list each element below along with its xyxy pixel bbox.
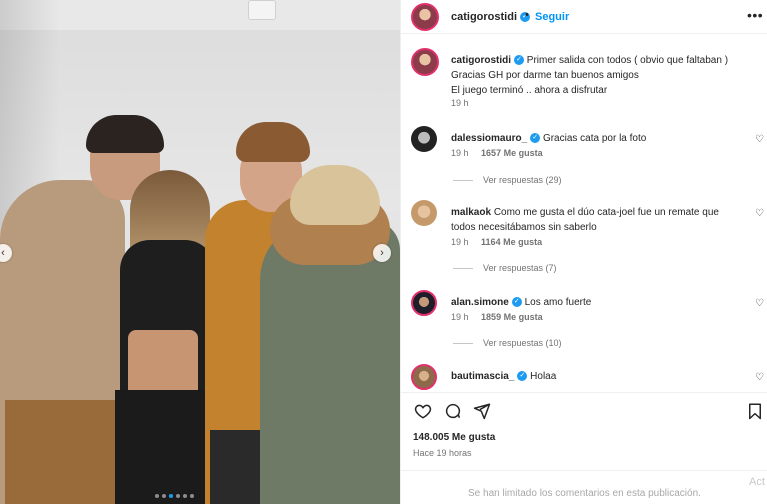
- view-replies-button[interactable]: Ver respuestas (10): [453, 338, 562, 348]
- caption-username[interactable]: catigorostidi: [451, 55, 511, 66]
- caption-line-3: El juego terminó .. ahora a disfrutar: [451, 85, 608, 96]
- comments-limited-notice: Se han limitado los comentarios en esta …: [468, 488, 701, 499]
- comment-avatar[interactable]: [411, 290, 437, 316]
- photo-ceiling: [0, 0, 400, 30]
- carousel-dot: [155, 494, 159, 498]
- comment-text: alan.simone ✓ Los amo fuerte: [451, 295, 741, 310]
- replies-line: [453, 267, 473, 269]
- author-username-text[interactable]: catigorostidi: [451, 11, 517, 23]
- comment-username[interactable]: dalessiomauro_: [451, 133, 527, 144]
- bookmark-icon[interactable]: [745, 401, 765, 421]
- next-photo-button[interactable]: ›: [373, 244, 391, 262]
- comment-username[interactable]: alan.simone: [451, 297, 509, 308]
- comment-username[interactable]: bautimascia_: [451, 371, 514, 382]
- comment-like-heart-icon[interactable]: ♡: [755, 208, 764, 219]
- comment-likes[interactable]: 1164 Me gusta: [481, 237, 542, 247]
- follow-button[interactable]: Seguir: [535, 11, 569, 23]
- caption-avatar[interactable]: [411, 48, 439, 76]
- comment-like-heart-icon[interactable]: ♡: [755, 372, 764, 383]
- replies-line: [453, 342, 473, 344]
- share-icon[interactable]: [472, 401, 492, 421]
- carousel-dots: [155, 494, 194, 498]
- comment-avatar[interactable]: [411, 364, 437, 390]
- comment-text: dalessiomauro_ ✓ Gracias cata por la foto: [451, 131, 741, 146]
- post-header: catigorostidi ✓ • Seguir •••: [401, 0, 767, 34]
- comment-body: Holaa: [530, 371, 557, 382]
- heart-icon[interactable]: [413, 401, 433, 421]
- photo-person-3-hair: [236, 122, 310, 162]
- author-avatar[interactable]: [411, 3, 439, 31]
- carousel-dot-active: [169, 494, 173, 498]
- comment-text: malkaok Como me gusta el dúo cata-joel f…: [451, 205, 741, 235]
- comment-time[interactable]: 19 h: [451, 237, 469, 247]
- comment-like-heart-icon[interactable]: ♡: [755, 134, 764, 145]
- photo-person-2-skirt: [115, 390, 210, 504]
- instagram-post-view: ‹ › catigorostidi ✓ • Seguir ••• catigor…: [0, 0, 767, 504]
- comments-footer: Se han limitado los comentarios en esta …: [401, 470, 767, 504]
- comment-body: Gracias cata por la foto: [542, 133, 647, 144]
- view-replies-button[interactable]: Ver respuestas (7): [453, 263, 557, 273]
- post-photo[interactable]: ‹ ›: [0, 0, 400, 504]
- chevron-right-icon: ›: [380, 247, 384, 259]
- photo-person-1-pants: [5, 400, 115, 504]
- photo-person-4-hair: [290, 165, 380, 225]
- caption-line-1: Primer salida con todos ( obvio que falt…: [526, 55, 729, 66]
- comment-meta: 19 h 1657 Me gusta: [451, 148, 553, 158]
- carousel-dot: [183, 494, 187, 498]
- comment-meta: 19 h 1164 Me gusta: [451, 237, 552, 247]
- caption-text: catigorostidi ✓ Primer salida con todos (…: [451, 53, 751, 98]
- comment-text: bautimascia_ ✓ Holaa: [451, 369, 741, 384]
- carousel-dot: [190, 494, 194, 498]
- header-separator: •: [525, 9, 529, 21]
- comment-like-heart-icon[interactable]: ♡: [755, 298, 764, 309]
- view-replies-label[interactable]: Ver respuestas (10): [483, 338, 562, 348]
- photo-smoke-detector: [248, 0, 276, 20]
- chevron-left-icon: ‹: [1, 247, 5, 259]
- verified-icon: ✓: [530, 133, 541, 144]
- comment-body: Como me gusta el dúo cata-joel fue un re…: [451, 207, 719, 233]
- author-username[interactable]: catigorostidi ✓: [451, 11, 531, 23]
- post-time-ago[interactable]: Hace 19 horas: [413, 448, 472, 458]
- post-actions-bar: [401, 392, 767, 426]
- more-icon[interactable]: •••: [747, 7, 763, 23]
- replies-line: [453, 179, 473, 181]
- verified-icon: ✓: [511, 297, 522, 308]
- comment-time[interactable]: 19 h: [451, 148, 469, 158]
- comment-icon[interactable]: [443, 401, 463, 421]
- photo-person-1-hair: [86, 115, 164, 153]
- carousel-dot: [162, 494, 166, 498]
- comment-body: Los amo fuerte: [524, 297, 592, 308]
- verified-icon: ✓: [517, 371, 528, 382]
- comment-username[interactable]: malkaok: [451, 207, 491, 218]
- comment-avatar[interactable]: [411, 200, 437, 226]
- comment-avatar[interactable]: [411, 126, 437, 152]
- post-side-panel: catigorostidi ✓ • Seguir ••• catigorostid…: [400, 0, 767, 504]
- comment-likes[interactable]: 1859 Me gusta: [481, 312, 543, 322]
- comment-time[interactable]: 19 h: [451, 312, 469, 322]
- carousel-dot: [176, 494, 180, 498]
- view-replies-label[interactable]: Ver respuestas (7): [483, 263, 557, 273]
- view-replies-button[interactable]: Ver respuestas (29): [453, 175, 562, 185]
- post-likes-count[interactable]: 148.005 Me gusta: [413, 432, 495, 443]
- activation-watermark: Act: [749, 476, 765, 488]
- comment-meta: 19 h 1859 Me gusta: [451, 312, 553, 322]
- verified-icon: ✓: [514, 55, 525, 66]
- caption-time[interactable]: 19 h: [451, 98, 469, 108]
- caption-line-2: Gracias GH por darme tan buenos amigos: [451, 70, 639, 81]
- view-replies-label[interactable]: Ver respuestas (29): [483, 175, 562, 185]
- comment-likes[interactable]: 1657 Me gusta: [481, 148, 543, 158]
